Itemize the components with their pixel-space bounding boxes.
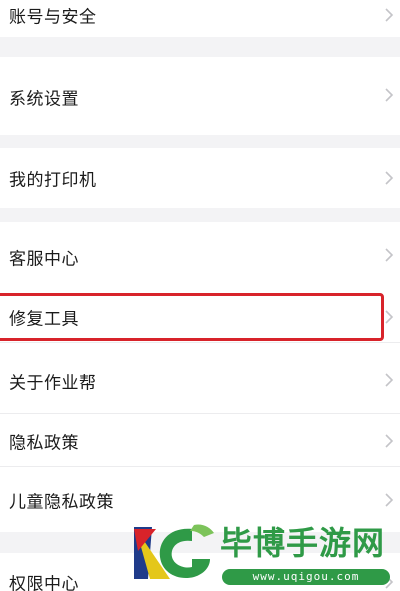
settings-item-label: 我的打印机 bbox=[9, 170, 97, 191]
chevron-right-icon bbox=[385, 310, 394, 324]
settings-item-label: 账号与安全 bbox=[9, 7, 97, 28]
chevron-right-icon bbox=[385, 88, 394, 102]
settings-item-label: 关于作业帮 bbox=[9, 373, 97, 394]
settings-screen: 账号与安全 系统设置 我的打印机 客服中心 修复工具 关于作业帮 隐私政策 儿童… bbox=[0, 0, 400, 591]
brand-logo-icon bbox=[134, 524, 214, 579]
settings-item-label: 系统设置 bbox=[9, 89, 79, 110]
watermark-url: www.uqigou.com bbox=[222, 569, 390, 585]
settings-item-label: 客服中心 bbox=[9, 249, 79, 270]
settings-item-about[interactable]: 关于作业帮 bbox=[0, 343, 400, 413]
watermark-logo: 毕博手游网 www.uqigou.com bbox=[130, 519, 392, 585]
highlight-box bbox=[0, 293, 384, 341]
settings-item-account[interactable]: 账号与安全 bbox=[0, 0, 400, 37]
settings-item-privacy[interactable]: 隐私政策 bbox=[0, 414, 400, 466]
settings-item-support[interactable]: 客服中心 bbox=[0, 222, 400, 292]
chevron-right-icon bbox=[385, 8, 394, 22]
chevron-right-icon bbox=[385, 493, 394, 507]
chevron-right-icon bbox=[385, 248, 394, 262]
watermark-title: 毕博手游网 bbox=[220, 524, 386, 562]
settings-item-label: 权限中心 bbox=[9, 574, 79, 591]
chevron-right-icon bbox=[385, 434, 394, 448]
settings-item-label: 隐私政策 bbox=[9, 433, 79, 454]
settings-item-system[interactable]: 系统设置 bbox=[0, 57, 400, 135]
settings-item-label: 儿童隐私政策 bbox=[9, 492, 114, 513]
settings-item-printer[interactable]: 我的打印机 bbox=[0, 148, 400, 208]
chevron-right-icon bbox=[385, 171, 394, 185]
chevron-right-icon bbox=[385, 373, 394, 387]
